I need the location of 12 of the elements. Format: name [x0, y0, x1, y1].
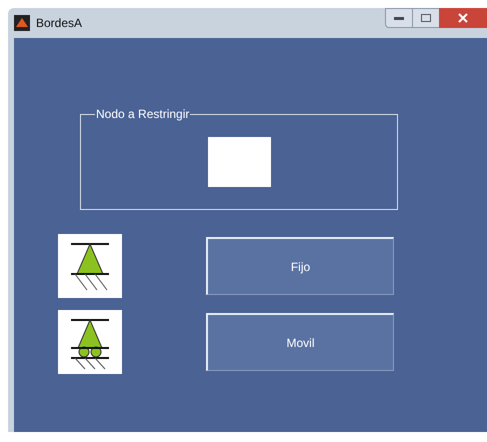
close-icon: [458, 13, 468, 23]
node-input-field[interactable]: [208, 137, 270, 187]
window-title: BordesA: [36, 15, 82, 32]
minimize-button[interactable]: [385, 8, 413, 28]
maximize-button[interactable]: [413, 8, 439, 28]
minimize-icon: [394, 16, 404, 20]
support-button[interactable]: Fijo: [206, 237, 394, 295]
maximize-icon: [421, 14, 431, 22]
support-button[interactable]: Movil: [206, 313, 394, 371]
panel-title: Nodo a Restringir: [95, 106, 190, 122]
close-button[interactable]: [439, 8, 487, 28]
app-icon: [14, 15, 30, 31]
